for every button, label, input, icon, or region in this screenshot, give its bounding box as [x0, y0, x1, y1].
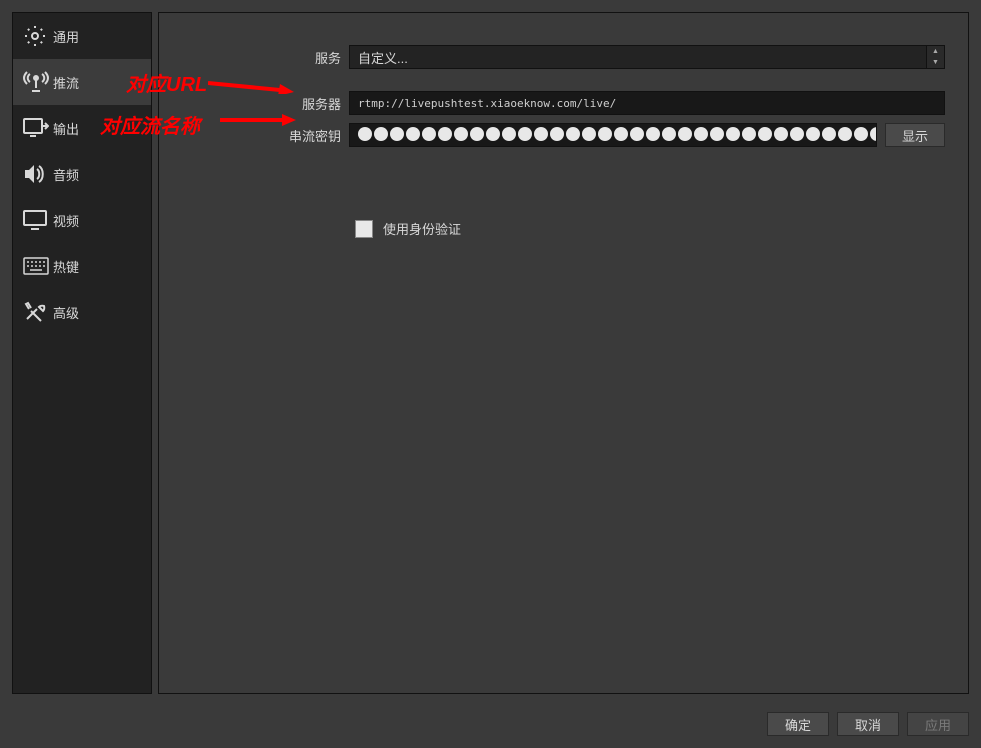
sidebar-item-hotkeys[interactable]: 热键 [13, 243, 151, 289]
sidebar-item-label: 热键 [53, 257, 79, 276]
tools-icon [23, 300, 53, 324]
streamkey-mask [358, 127, 877, 144]
settings-panel: 服务 自定义... ▲ ▼ 服务器 rtmp://livepushtest.xi… [158, 12, 969, 694]
select-spinner[interactable]: ▲ ▼ [926, 46, 944, 68]
broadcast-icon [23, 70, 53, 94]
sidebar-item-label: 通用 [53, 27, 79, 46]
show-button[interactable]: 显示 [885, 123, 945, 147]
chevron-down-icon: ▼ [927, 57, 944, 68]
sidebar-item-audio[interactable]: 音频 [13, 151, 151, 197]
cancel-button[interactable]: 取消 [837, 712, 899, 736]
server-value: rtmp://livepushtest.xiaoeknow.com/live/ [358, 97, 616, 110]
auth-label: 使用身份验证 [383, 219, 461, 238]
chevron-up-icon: ▲ [927, 46, 944, 57]
ok-button[interactable]: 确定 [767, 712, 829, 736]
sidebar-item-video[interactable]: 视频 [13, 197, 151, 243]
service-value: 自定义... [358, 48, 408, 67]
sidebar-item-output[interactable]: 输出 [13, 105, 151, 151]
server-label: 服务器 [159, 94, 349, 113]
sidebar-item-label: 视频 [53, 211, 79, 230]
sidebar-item-advanced[interactable]: 高级 [13, 289, 151, 335]
keyboard-icon [23, 254, 53, 278]
streamkey-label: 串流密钥 [159, 126, 349, 145]
monitor-icon [23, 208, 53, 232]
sidebar-item-label: 输出 [53, 119, 79, 138]
sidebar-item-general[interactable]: 通用 [13, 13, 151, 59]
output-icon [23, 116, 53, 140]
streamkey-input[interactable] [349, 123, 877, 147]
sidebar-item-label: 高级 [53, 303, 79, 322]
speaker-icon [23, 162, 53, 186]
sidebar-item-stream[interactable]: 推流 [13, 59, 151, 105]
sidebar-item-label: 推流 [53, 73, 79, 92]
apply-button[interactable]: 应用 [907, 712, 969, 736]
settings-sidebar: 通用 推流 输出 音频 视频 热键 高级 [12, 12, 152, 694]
auth-checkbox[interactable] [355, 220, 373, 238]
dialog-buttons: 确定 取消 应用 [767, 712, 969, 736]
service-label: 服务 [159, 48, 349, 67]
server-input[interactable]: rtmp://livepushtest.xiaoeknow.com/live/ [349, 91, 945, 115]
sidebar-item-label: 音频 [53, 165, 79, 184]
service-select[interactable]: 自定义... ▲ ▼ [349, 45, 945, 69]
gear-icon [23, 24, 53, 48]
